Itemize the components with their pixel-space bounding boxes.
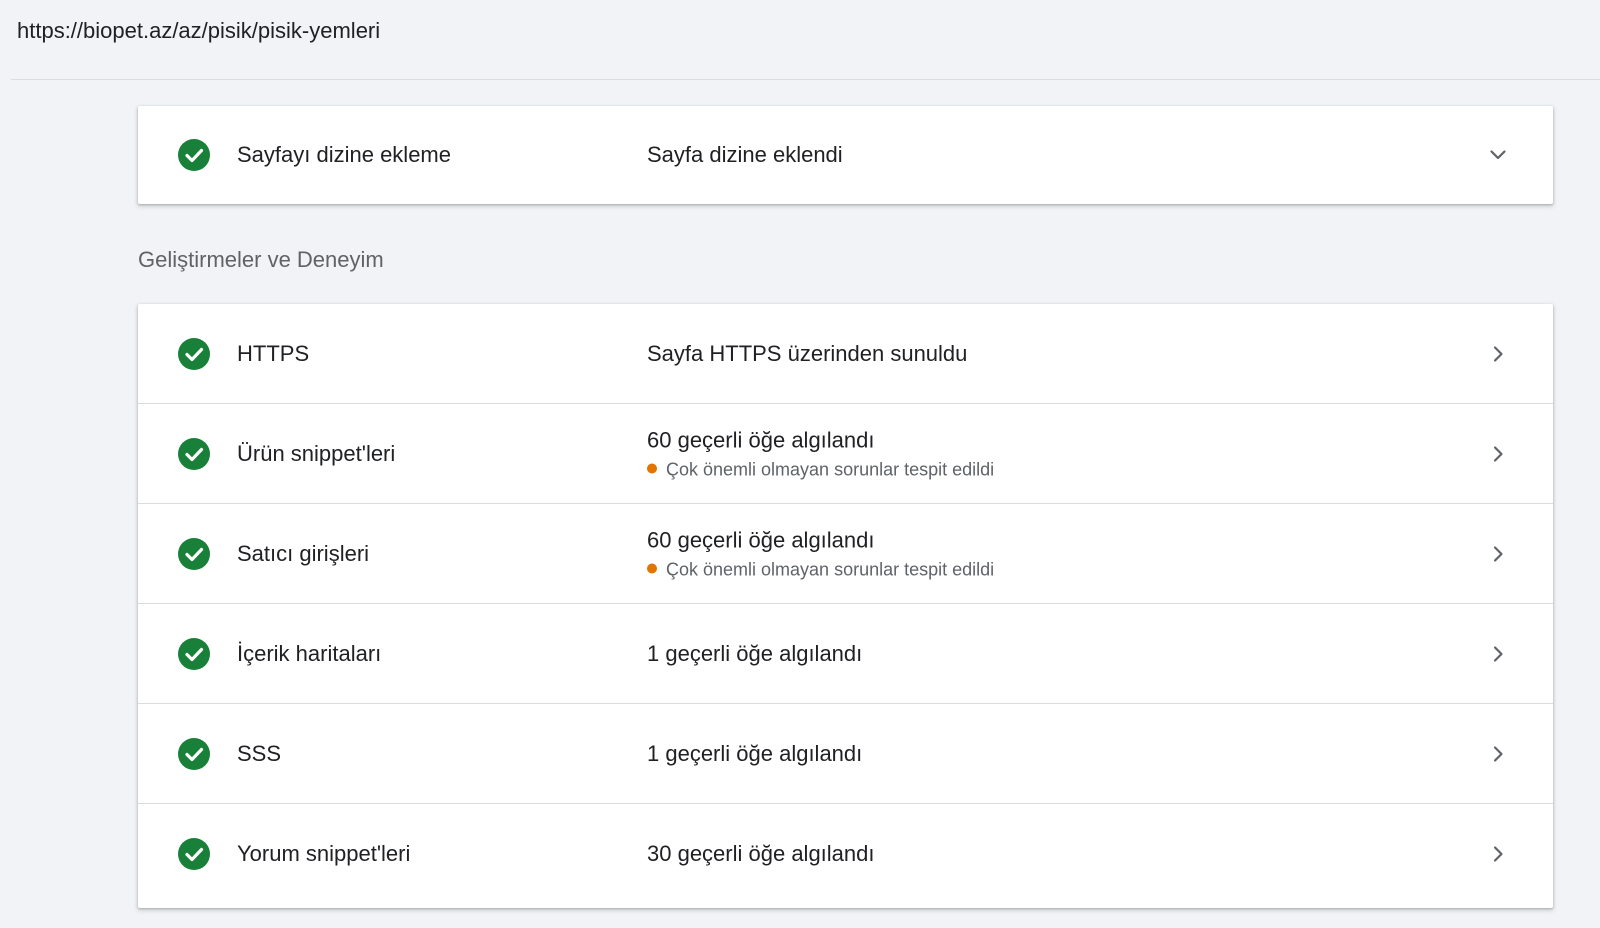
header-divider [11, 79, 1600, 80]
enhancement-label: SSS [237, 740, 282, 766]
enhancement-label: İçerik haritaları [237, 640, 382, 666]
enhancement-status-text: 60 geçerli öğe algılandı [647, 427, 875, 452]
chevron-right-icon[interactable] [1488, 344, 1508, 364]
enhancement-label: Satıcı girişleri [237, 540, 370, 566]
warning-dot-icon [647, 463, 657, 473]
enhancement-row-breadcrumbs[interactable]: İçerik haritaları 1 geçerli öğe algıland… [138, 604, 1553, 704]
enhancements-card: HTTPS Sayfa HTTPS üzerinden sunuldu Ürün… [138, 304, 1553, 908]
check-circle-icon [178, 139, 210, 171]
indexing-card: Sayfayı dizine ekleme Sayfa dizine eklen… [138, 106, 1553, 204]
enhancement-status-text: Sayfa HTTPS üzerinden sunuldu [647, 340, 968, 366]
chevron-right-icon[interactable] [1488, 744, 1508, 764]
enhancement-status: 1 geçerli öğe algılandı [647, 740, 862, 768]
check-circle-icon [178, 537, 210, 570]
enhancement-status: 1 geçerli öğe algılandı [647, 640, 862, 668]
indexing-status-text: Sayfa dizine eklendi [647, 142, 843, 167]
enhancement-status: 60 geçerli öğe algılandı Çok önemli olma… [647, 426, 994, 481]
chevron-right-icon[interactable] [1488, 544, 1508, 564]
enhancement-status: 60 geçerli öğe algılandı Çok önemli olma… [647, 526, 994, 581]
indexing-label: Sayfayı dizine ekleme [237, 142, 451, 167]
enhancement-label: Ürün snippet'leri [237, 440, 396, 466]
enhancement-label: Yorum snippet'leri [237, 841, 411, 866]
check-circle-icon [178, 838, 210, 870]
chevron-right-icon[interactable] [1488, 844, 1508, 864]
warning-text: Çok önemli olmayan sorunlar tespit edild… [666, 559, 995, 579]
indexing-status: Sayfa dizine eklendi [647, 141, 843, 169]
warning-message: Çok önemli olmayan sorunlar tespit edild… [647, 457, 994, 481]
section-heading: Geliştirmeler ve Deneyim [138, 247, 384, 272]
enhancement-row-merchant-listings[interactable]: Satıcı girişleri 60 geçerli öğe algıland… [138, 504, 1553, 604]
enhancement-status-text: 30 geçerli öğe algılandı [647, 841, 875, 866]
enhancement-status-text: 1 geçerli öğe algılandı [647, 640, 863, 666]
warning-dot-icon [647, 563, 657, 573]
url-header: https://biopet.az/az/pisik/pisik-yemleri [0, 0, 1600, 80]
check-circle-icon [178, 437, 210, 470]
enhancement-status-text: 60 geçerli öğe algılandı [647, 527, 875, 552]
check-circle-icon [178, 337, 210, 370]
enhancement-row-product-snippets[interactable]: Ürün snippet'leri 60 geçerli öğe algılan… [138, 404, 1553, 504]
enhancement-row-https[interactable]: HTTPS Sayfa HTTPS üzerinden sunuldu [138, 304, 1553, 404]
enhancement-status: Sayfa HTTPS üzerinden sunuldu [647, 340, 967, 368]
indexing-row[interactable]: Sayfayı dizine ekleme Sayfa dizine eklen… [138, 106, 1553, 204]
warning-text: Çok önemli olmayan sorunlar tespit edild… [666, 459, 995, 479]
chevron-right-icon[interactable] [1488, 644, 1508, 664]
warning-message: Çok önemli olmayan sorunlar tespit edild… [647, 557, 994, 581]
check-circle-icon [178, 637, 210, 670]
enhancement-label: HTTPS [237, 340, 310, 366]
chevron-right-icon[interactable] [1488, 444, 1508, 464]
enhancement-row-faq[interactable]: SSS 1 geçerli öğe algılandı [138, 704, 1553, 804]
enhancement-status: 30 geçerli öğe algılandı [647, 840, 875, 868]
enhancement-row-review-snippets[interactable]: Yorum snippet'leri 30 geçerli öğe algıla… [138, 804, 1553, 904]
chevron-down-icon[interactable] [1488, 145, 1508, 165]
page-url: https://biopet.az/az/pisik/pisik-yemleri [17, 18, 381, 43]
check-circle-icon [178, 737, 210, 770]
enhancement-status-text: 1 geçerli öğe algılandı [647, 740, 863, 766]
